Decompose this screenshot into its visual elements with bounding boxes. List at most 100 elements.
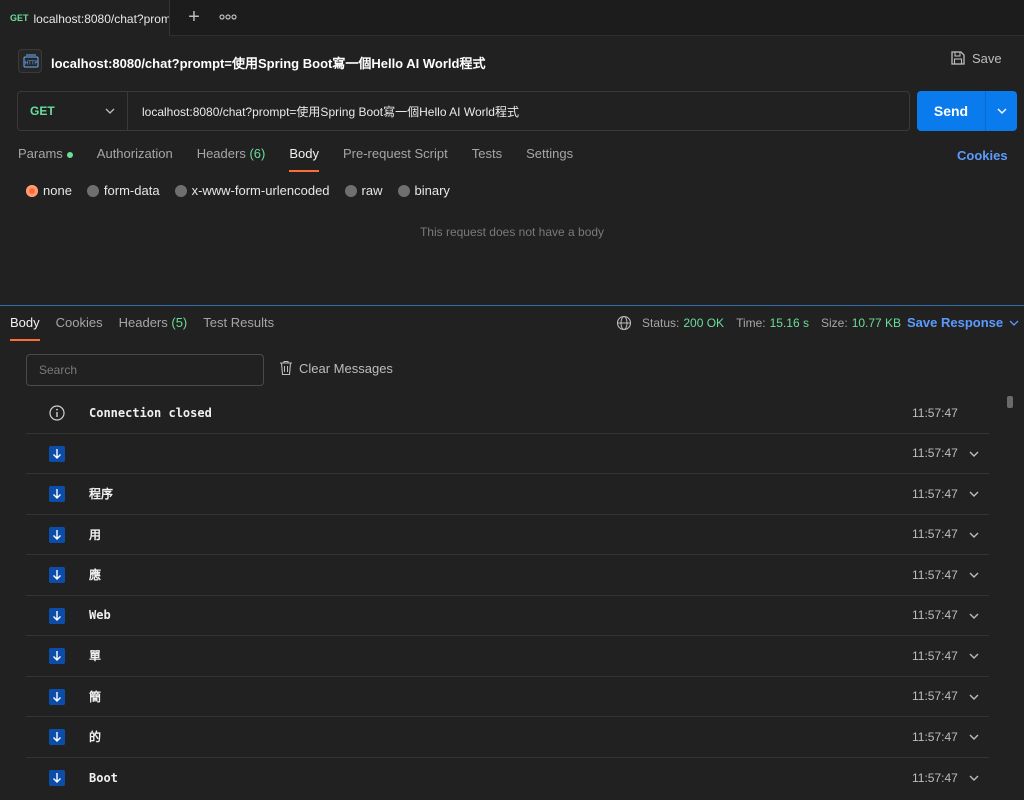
message-time: 11:57:47 (912, 648, 958, 663)
message-text: Connection closed (89, 405, 212, 420)
tab-authorization[interactable]: Authorization (97, 146, 173, 170)
size-label: Size: (821, 316, 848, 330)
search-input[interactable] (26, 354, 264, 386)
chevron-down-icon[interactable] (968, 569, 980, 581)
message-time: 11:57:47 (912, 770, 958, 785)
more-icon[interactable] (218, 8, 238, 26)
radio-raw[interactable]: raw (344, 183, 383, 198)
chevron-down-icon[interactable] (968, 529, 980, 541)
size-value: 10.77 KB (851, 316, 902, 330)
save-response-button[interactable]: Save Response (907, 315, 1019, 330)
response-tab-test-results[interactable]: Test Results (203, 315, 274, 337)
time-value: 15.16 s (769, 316, 809, 330)
tab-method: GET (10, 13, 29, 23)
message-row[interactable]: Web 11:57:47 (26, 596, 989, 636)
message-row[interactable]: 應 11:57:47 (26, 555, 989, 596)
method-select[interactable]: GET (18, 92, 128, 130)
message-time: 11:57:47 (912, 689, 958, 704)
arrow-down-icon (49, 729, 65, 745)
response-tab-headers[interactable]: Headers (5) (119, 315, 188, 337)
message-time: 11:57:47 (912, 729, 958, 744)
message-row[interactable]: 的 11:57:47 (26, 717, 989, 758)
radio-form-data[interactable]: form-data (86, 183, 160, 198)
radio-none[interactable]: none (26, 183, 72, 198)
send-options-chevron-icon[interactable] (985, 91, 1017, 131)
http-icon: HTTP (18, 49, 42, 73)
params-indicator-dot (66, 151, 73, 158)
tab-params[interactable]: Params (18, 146, 73, 170)
chevron-down-icon[interactable] (968, 448, 980, 460)
plus-icon[interactable]: + (184, 6, 204, 28)
request-title[interactable]: localhost:8080/chat?prompt=使用Spring Boot… (51, 53, 485, 72)
message-row[interactable]: 單 11:57:47 (26, 636, 989, 677)
tab-tests[interactable]: Tests (472, 146, 502, 170)
message-time: 11:57:47 (912, 608, 958, 623)
radio-urlencoded[interactable]: x-www-form-urlencoded (174, 183, 330, 198)
message-list: Connection closed 11:57:47 11:57:47 程序 1… (26, 393, 989, 798)
chevron-down-icon[interactable] (968, 488, 980, 500)
status-label: Status: (642, 316, 680, 330)
tab-headers-label: Headers (196, 146, 246, 161)
message-text: 單 (89, 649, 102, 664)
save-button[interactable]: Save (950, 50, 1002, 66)
url-bar: GET (17, 91, 910, 131)
send-label: Send (933, 103, 969, 119)
clear-messages-label: Clear Messages (299, 360, 393, 376)
trash-icon (280, 360, 292, 376)
message-row[interactable]: 11:57:47 (26, 434, 989, 474)
tab-strip: GET localhost:8080/chat?prompt=使用Spring … (0, 0, 1024, 36)
pane-divider[interactable] (0, 305, 1024, 306)
radio-icon (86, 184, 99, 197)
message-row[interactable]: 程序 11:57:47 (26, 474, 989, 515)
message-time: 11:57:47 (912, 446, 958, 461)
message-row[interactable]: 用 11:57:47 (26, 515, 989, 555)
response-tab-body[interactable]: Body (10, 315, 40, 341)
save-response-label: Save Response (907, 315, 1004, 330)
arrow-down-icon (49, 567, 65, 583)
chevron-down-icon[interactable] (968, 610, 980, 622)
message-time: 11:57:47 (912, 527, 958, 542)
message-time: 11:57:47 (912, 567, 958, 582)
tab-settings[interactable]: Settings (526, 146, 573, 170)
arrow-down-icon (49, 688, 65, 705)
chevron-down-icon[interactable] (968, 772, 980, 784)
message-row[interactable]: 簡 11:57:47 (26, 677, 989, 717)
message-time: 11:57:47 (912, 486, 958, 501)
tab-prerequest-script[interactable]: Pre-request Script (343, 146, 448, 170)
chevron-down-icon[interactable] (968, 691, 980, 703)
response-tab-cookies[interactable]: Cookies (56, 315, 103, 337)
arrow-down-icon (49, 607, 65, 624)
time-label: Time: (736, 316, 766, 330)
request-tabs: Params Authorization Headers (6) Body Pr… (18, 146, 597, 172)
message-row[interactable]: Boot 11:57:47 (26, 758, 989, 799)
tab-headers[interactable]: Headers (6) (197, 146, 266, 170)
headers-count: (6) (249, 146, 266, 161)
response-headers-count: (5) (171, 315, 188, 330)
message-list-scrollbar[interactable] (1007, 396, 1013, 408)
message-row-info[interactable]: Connection closed 11:57:47 (26, 393, 989, 434)
message-time: 11:57:47 (912, 405, 958, 420)
globe-icon[interactable] (616, 315, 632, 331)
radio-raw-label: raw (361, 183, 383, 198)
url-input[interactable] (128, 92, 909, 130)
request-tab[interactable]: GET localhost:8080/chat?prompt=使用Spring … (0, 0, 170, 36)
chevron-down-icon[interactable] (968, 731, 980, 743)
response-headers-label: Headers (118, 315, 168, 330)
cookies-link[interactable]: Cookies (957, 148, 1008, 163)
send-button[interactable]: Send (917, 91, 1017, 131)
save-icon (951, 51, 965, 65)
radio-none-label: none (43, 183, 72, 198)
no-body-message: This request does not have a body (419, 225, 605, 239)
clear-messages-button[interactable]: Clear Messages (279, 360, 393, 376)
arrow-down-icon (49, 648, 65, 664)
response-tabs: Body Cookies Headers (5) Test Results (10, 315, 290, 341)
radio-urlencoded-label: x-www-form-urlencoded (191, 183, 330, 198)
radio-binary[interactable]: binary (397, 183, 450, 198)
method-label: GET (30, 104, 55, 118)
radio-selected-icon (26, 184, 38, 197)
tab-body[interactable]: Body (289, 146, 319, 172)
message-text: 的 (89, 730, 102, 745)
chevron-down-icon (1009, 320, 1019, 326)
arrow-down-icon (49, 486, 65, 502)
chevron-down-icon[interactable] (968, 650, 980, 662)
